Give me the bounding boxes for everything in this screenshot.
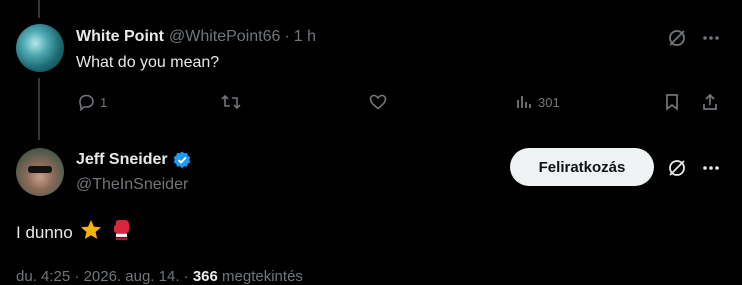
grok-icon[interactable]	[666, 27, 688, 49]
avatar-detail	[28, 166, 52, 173]
author-name-row: Jeff Sneider	[76, 150, 192, 170]
view-count: 366	[192, 268, 218, 285]
post-date[interactable]: 2026. aug. 14.	[84, 268, 180, 285]
post-meta: du. 4:25 · 2026. aug. 14. · 366 megtekin…	[16, 268, 303, 285]
post-text: I dunno	[16, 222, 73, 242]
repost-icon	[220, 92, 242, 112]
star-icon	[79, 218, 103, 247]
avatar[interactable]	[16, 148, 64, 196]
reply-header: White Point @WhitePoint66 · 1 h	[76, 28, 316, 46]
share-icon	[700, 92, 720, 112]
display-name[interactable]: White Point	[76, 28, 164, 46]
separator: ·	[183, 268, 189, 285]
repost-button[interactable]	[220, 92, 242, 112]
follow-button[interactable]: Feliratkozás	[510, 148, 654, 186]
display-name[interactable]: Jeff Sneider	[76, 151, 168, 169]
boxing-glove-icon	[109, 218, 133, 247]
author-handle-row: @TheInSneider	[76, 176, 188, 194]
more-options-icon[interactable]	[700, 27, 722, 49]
bookmark-button[interactable]	[662, 92, 682, 112]
post-text-row: I dunno	[16, 218, 133, 247]
thread-line-bottom	[38, 78, 40, 140]
share-button[interactable]	[700, 92, 720, 112]
post-time[interactable]: du. 4:25	[16, 268, 70, 285]
views-label: megtekintés	[222, 268, 303, 285]
view-count: 301	[538, 94, 560, 110]
avatar[interactable]	[16, 24, 64, 72]
handle[interactable]: @TheInSneider	[76, 176, 188, 194]
separator: ·	[284, 28, 290, 45]
reply-count: 1	[100, 94, 108, 110]
grok-icon[interactable]	[666, 157, 688, 179]
more-options-icon[interactable]	[700, 157, 722, 179]
reply-icon	[76, 92, 96, 112]
timestamp[interactable]: 1 h	[294, 28, 316, 46]
handle[interactable]: @WhitePoint66	[169, 28, 280, 46]
action-bar: 1 301	[76, 92, 724, 118]
verified-badge-icon	[172, 150, 192, 170]
separator: ·	[74, 268, 80, 285]
heart-icon	[368, 92, 388, 112]
reply-button[interactable]: 1	[76, 92, 107, 112]
bookmark-icon	[662, 92, 682, 112]
reply-text: What do you mean?	[76, 54, 220, 71]
views-button[interactable]: 301	[514, 92, 560, 112]
like-button[interactable]	[368, 92, 388, 112]
thread-line-top	[38, 0, 40, 18]
views-icon	[514, 92, 534, 112]
